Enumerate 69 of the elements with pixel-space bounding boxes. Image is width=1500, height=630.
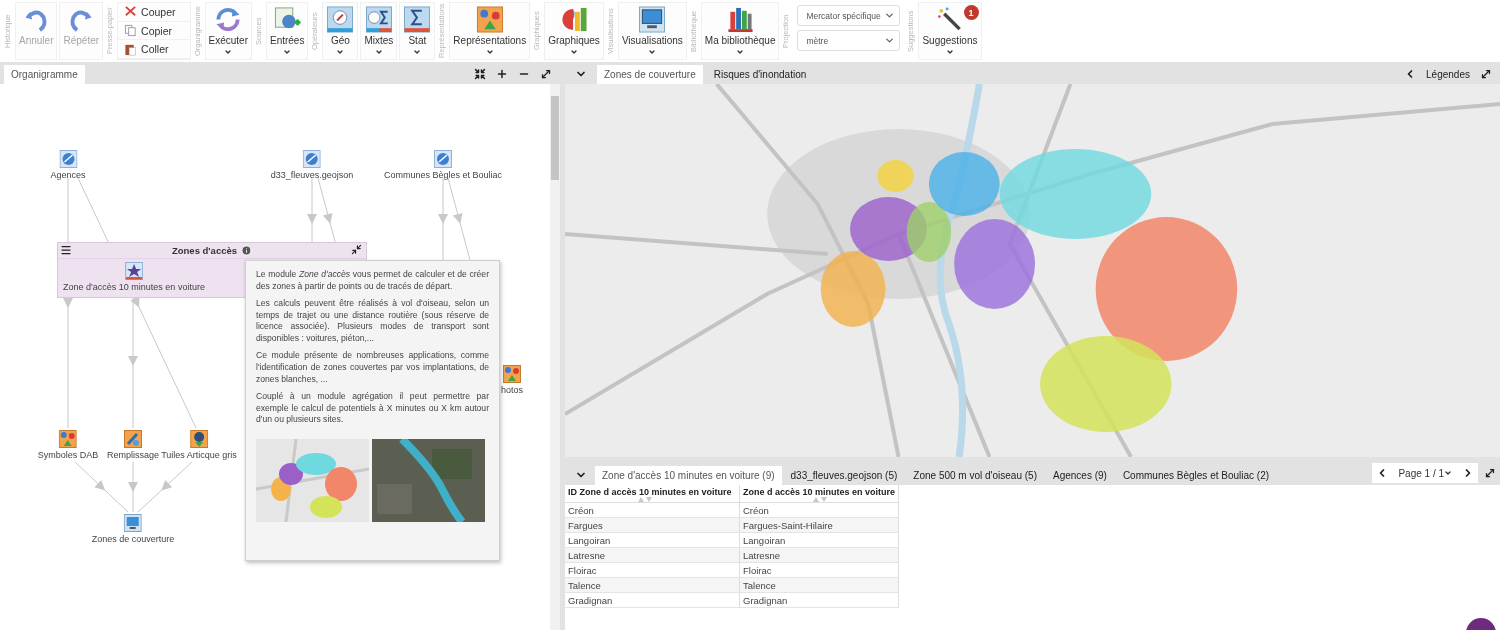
expand-icon[interactable] [540, 68, 552, 80]
toolbar-button[interactable]: Suggestions 1 [918, 2, 982, 60]
books-icon [726, 6, 755, 33]
chevron-down-icon [884, 10, 896, 21]
compass-sigma-icon [364, 6, 393, 33]
toolbar-button[interactable]: Graphiques [544, 2, 604, 60]
scissors-icon [124, 5, 138, 19]
layer-tab[interactable]: d33_fleuves.geojson (5) [783, 466, 905, 485]
scrollbar-thumb[interactable] [551, 96, 559, 180]
tooltip-text: Le module Zone d'accès vous permet de calculer et de créer des zones à partir de points ou de tracés de départ. [256, 269, 489, 293]
projection-select[interactable]: Mercator spécifique [797, 5, 901, 26]
chevron-down-icon [884, 35, 896, 46]
column-header[interactable]: ID Zone d accès 10 minutes en voiture [565, 485, 740, 503]
chart-icon [560, 6, 588, 33]
column-header[interactable]: Zone d accès 10 minutes en voiture [739, 485, 899, 503]
node-label: Remplissage [107, 450, 159, 460]
node-label: hotos [501, 385, 523, 395]
node-label: Agences [50, 170, 86, 180]
layer-tab[interactable]: Zone d'accès 10 minutes en voiture (9) [595, 466, 782, 485]
globe-icon[interactable] [434, 150, 452, 168]
group-title: Zones d'accès [171, 245, 238, 256]
toolbar-button[interactable]: Stat [399, 2, 436, 60]
layer-tab[interactable]: Zone 500 m vol d'oiseau (5) [906, 466, 1044, 485]
node-label: d33_fleuves.geojson [270, 170, 354, 180]
sigma-icon [403, 6, 432, 33]
toolbar-button[interactable]: Exécuter [204, 2, 252, 60]
star-icon[interactable] [125, 262, 143, 280]
compass-icon [326, 6, 355, 33]
layer-tab[interactable]: Communes Bègles et Bouliac (2) [1115, 466, 1277, 485]
toolbar-button[interactable]: Ma bibliothèque [700, 2, 780, 60]
expand-icon[interactable] [1484, 467, 1496, 479]
layer-tab[interactable]: Agences (9) [1045, 466, 1114, 485]
node-label: Zones de couverture [91, 534, 175, 544]
node-label: Tuiles Articque gris [161, 450, 237, 460]
zoom-in-icon[interactable] [496, 68, 508, 80]
fit-view-icon[interactable] [474, 68, 486, 80]
expand-icon[interactable] [1480, 68, 1492, 80]
toolbar-button[interactable]: Couper [118, 3, 190, 22]
info-icon[interactable] [241, 245, 253, 256]
globe-icon[interactable] [59, 150, 77, 168]
panel-tab[interactable]: Organigramme [4, 65, 85, 84]
legend-link[interactable]: Légendes [1426, 68, 1470, 80]
toolbar-button[interactable]: Représentations [449, 2, 531, 60]
node-label: Zone d'accès 10 minutes en voiture [63, 282, 205, 292]
caret-icon [1444, 469, 1452, 477]
monitor-icon [638, 6, 667, 33]
clipboard-icon [124, 42, 138, 56]
copy-icon [124, 24, 138, 37]
collapse-icon[interactable] [351, 244, 362, 255]
tooltip-text: Ce module présente de nombreuses applications, comme l'identification de zones couvertes par vos implantations, de zones blanches, ... [256, 350, 489, 386]
toolbar-button[interactable]: Entrées [265, 2, 309, 60]
tooltip-text: Les calculs peuvent être réalisés à vol d'oiseau, selon un temps de trajet ou une distance routière (sous réserve de licence associée). Plusieurs modes de transport sont disponibles : voitures, piéton,... [256, 297, 489, 346]
projection-select[interactable]: mètre [797, 30, 901, 51]
globe-icon[interactable] [303, 150, 321, 168]
shapes-icon [475, 6, 504, 33]
notification-badge: 1 [963, 5, 979, 20]
toolbar-button[interactable]: Mixtes [360, 2, 398, 60]
map-tab[interactable]: Risques d'inondation [706, 65, 814, 84]
monitor-icon[interactable] [124, 514, 142, 532]
node-label: Communes Bègles et Bouliac [383, 170, 503, 180]
map-tab[interactable]: Zones de couverture [597, 65, 703, 84]
node-label: Symboles DAB [37, 450, 99, 460]
paint-icon[interactable] [124, 430, 142, 448]
page-select[interactable]: Page 1 / 1 [1398, 467, 1452, 479]
tooltip-text: Couplé à un module agrégation il peut permettre par exemple le calcul de potentiels à X minutes ou X km autour d'un ou plusieurs sites. [256, 390, 489, 427]
toolbar-button[interactable]: Visualisations [617, 2, 687, 60]
tiles-icon[interactable] [190, 430, 208, 448]
toolbar-button[interactable]: Géo [322, 2, 359, 60]
menu-icon[interactable] [60, 244, 72, 256]
